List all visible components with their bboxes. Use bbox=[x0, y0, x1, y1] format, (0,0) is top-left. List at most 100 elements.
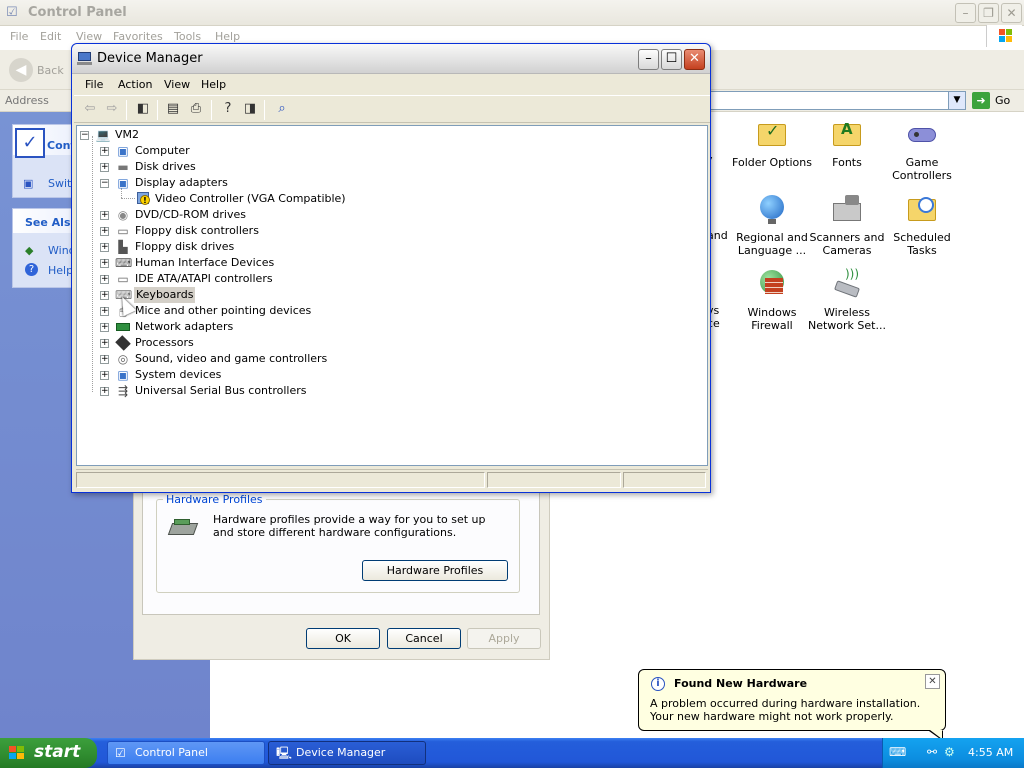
tree-item-mice[interactable]: Mice and other pointing devices bbox=[135, 303, 311, 319]
help-icon[interactable]: ? bbox=[219, 101, 237, 117]
tree-item-hid[interactable]: Human Interface Devices bbox=[135, 255, 274, 271]
found-new-hardware-balloon[interactable]: i Found New Hardware ✕ A problem occurre… bbox=[638, 669, 946, 741]
menu-help[interactable]: Help bbox=[201, 78, 226, 91]
expand-toggle[interactable]: + bbox=[100, 371, 109, 380]
back-button-label[interactable]: Back bbox=[37, 64, 64, 77]
windows-firewall-item[interactable]: Windows Firewall bbox=[732, 268, 812, 332]
menu-edit[interactable]: Edit bbox=[40, 30, 61, 43]
menu-file[interactable]: File bbox=[85, 78, 103, 91]
collapse-toggle[interactable]: − bbox=[100, 179, 109, 188]
tree-item-usb[interactable]: Universal Serial Bus controllers bbox=[135, 383, 306, 399]
taskbar-control-panel[interactable]: ☑ Control Panel bbox=[107, 741, 265, 765]
clock[interactable]: 4:55 AM bbox=[968, 746, 1013, 759]
expand-toggle[interactable]: + bbox=[100, 259, 109, 268]
hardware-profiles-description: Hardware profiles provide a way for you … bbox=[213, 513, 486, 539]
ok-button[interactable]: OK bbox=[306, 628, 380, 649]
tree-item-floppy-controllers[interactable]: Floppy disk controllers bbox=[135, 223, 259, 239]
control-panel-titlebar[interactable]: ☑ Control Panel – ❐ ✕ bbox=[0, 0, 1024, 26]
tree-item-computer[interactable]: Computer bbox=[135, 143, 190, 159]
menu-tools[interactable]: Tools bbox=[174, 30, 201, 43]
menu-file[interactable]: File bbox=[10, 30, 28, 43]
device-manager-titlebar[interactable]: Device Manager – ☐ ✕ bbox=[72, 44, 710, 74]
tree-item-processors[interactable]: Processors bbox=[135, 335, 194, 351]
root-collapse-toggle[interactable]: − bbox=[80, 131, 89, 140]
tree-item-sound[interactable]: Sound, video and game controllers bbox=[135, 351, 327, 367]
game-controllers-item[interactable]: Game Controllers bbox=[882, 118, 962, 182]
scheduled-tasks-item[interactable]: Scheduled Tasks bbox=[882, 193, 962, 257]
tree-item-video-controller[interactable]: Video Controller (VGA Compatible) bbox=[155, 191, 346, 207]
regional-language-item[interactable]: Regional and Language ... bbox=[732, 193, 812, 257]
tree-root-label[interactable]: VM2 bbox=[115, 127, 139, 143]
forward-arrow-icon[interactable]: ⇨ bbox=[103, 101, 121, 117]
maximize-button[interactable]: ❐ bbox=[978, 3, 999, 23]
cancel-button[interactable]: Cancel bbox=[387, 628, 461, 649]
close-button[interactable]: ✕ bbox=[1001, 3, 1022, 23]
expand-toggle[interactable]: + bbox=[100, 275, 109, 284]
start-label: start bbox=[34, 742, 81, 762]
control-panel-icon: ☑ bbox=[6, 5, 18, 20]
system-tray: ⌨ ⚯ ⚙ 4:55 AM bbox=[882, 738, 1024, 768]
wireless-network-item[interactable]: ))) Wireless Network Set... bbox=[807, 268, 887, 333]
floppy-controller-icon: ▭ bbox=[117, 224, 129, 238]
network-tray-icon[interactable]: ⚯ bbox=[927, 745, 937, 759]
go-arrow-icon[interactable]: ➜ bbox=[972, 92, 990, 109]
hardware-profiles-button[interactable]: Hardware Profiles bbox=[362, 560, 508, 581]
address-dropdown-arrow-icon[interactable]: ▼ bbox=[948, 92, 965, 109]
tree-item-floppy-drives[interactable]: Floppy disk drives bbox=[135, 239, 234, 255]
address-input[interactable]: ▼ bbox=[710, 91, 966, 110]
scanners-cameras-item[interactable]: Scanners and Cameras bbox=[807, 193, 887, 257]
start-button[interactable]: start bbox=[0, 738, 97, 768]
hardware-profiles-icon bbox=[167, 515, 200, 541]
menu-help[interactable]: Help bbox=[215, 30, 240, 43]
warning-device-icon: ! bbox=[135, 191, 151, 207]
taskbar-device-manager[interactable]: 🖳 Device Manager bbox=[268, 741, 426, 765]
balloon-close-button[interactable]: ✕ bbox=[925, 674, 940, 689]
keyboard-tray-icon[interactable]: ⌨ bbox=[889, 745, 906, 759]
show-hide-console-tree-icon[interactable]: ◧ bbox=[134, 101, 152, 117]
expand-toggle[interactable]: + bbox=[100, 243, 109, 252]
expand-toggle[interactable]: + bbox=[100, 387, 109, 396]
menu-favorites[interactable]: Favorites bbox=[113, 30, 163, 43]
menu-view[interactable]: View bbox=[76, 30, 102, 43]
help-icon: ? bbox=[25, 263, 38, 276]
menu-action[interactable]: Action bbox=[118, 78, 152, 91]
tree-item-disk-drives[interactable]: Disk drives bbox=[135, 159, 196, 175]
show-hide-action-pane-icon[interactable]: ◨ bbox=[241, 101, 259, 117]
device-tree[interactable]: − 💻 VM2 + ▣ Computer + ▬ Disk drives − ▣… bbox=[76, 125, 708, 466]
processor-icon bbox=[115, 335, 131, 351]
tree-item-display-adapters[interactable]: Display adapters bbox=[135, 175, 228, 191]
expand-toggle[interactable]: + bbox=[100, 291, 109, 300]
tree-item-ide[interactable]: IDE ATA/ATAPI controllers bbox=[135, 271, 273, 287]
system-properties-dialog: Hardware Profiles Hardware profiles prov… bbox=[133, 486, 550, 660]
fonts-item[interactable]: A Fonts bbox=[807, 118, 887, 170]
tree-item-keyboards[interactable]: Keyboards bbox=[134, 287, 196, 303]
expand-toggle[interactable]: + bbox=[100, 163, 109, 172]
hardware-tray-icon[interactable]: ⚙ bbox=[944, 745, 955, 759]
tree-item-system-devices[interactable]: System devices bbox=[135, 367, 221, 383]
minimize-button[interactable]: – bbox=[638, 49, 659, 70]
info-icon: i bbox=[651, 677, 665, 691]
tree-item-dvd-cdrom[interactable]: DVD/CD-ROM drives bbox=[135, 207, 246, 223]
go-label[interactable]: Go bbox=[995, 94, 1010, 107]
menu-view[interactable]: View bbox=[164, 78, 190, 91]
tree-item-network-adapters[interactable]: Network adapters bbox=[135, 319, 233, 335]
expand-toggle[interactable]: + bbox=[100, 355, 109, 364]
device-manager-statusbar bbox=[76, 469, 708, 489]
back-arrow-icon[interactable]: ◀ bbox=[9, 58, 33, 82]
folder-options-item[interactable]: ✓ Folder Options bbox=[732, 118, 812, 170]
apply-button[interactable]: Apply bbox=[467, 628, 541, 649]
expand-toggle[interactable]: + bbox=[100, 323, 109, 332]
maximize-button[interactable]: ☐ bbox=[661, 49, 682, 70]
properties-icon[interactable]: ▤ bbox=[164, 101, 182, 117]
close-button[interactable]: ✕ bbox=[684, 49, 705, 70]
expand-toggle[interactable]: + bbox=[100, 211, 109, 220]
print-icon[interactable]: ⎙ bbox=[187, 101, 205, 117]
expand-toggle[interactable]: + bbox=[100, 147, 109, 156]
see-also-item-help[interactable]: Help bbox=[48, 264, 73, 277]
scan-hardware-changes-icon[interactable]: ⌕ bbox=[273, 101, 291, 117]
expand-toggle[interactable]: + bbox=[100, 339, 109, 348]
expand-toggle[interactable]: + bbox=[100, 307, 109, 316]
expand-toggle[interactable]: + bbox=[100, 227, 109, 236]
back-arrow-icon[interactable]: ⇦ bbox=[81, 101, 99, 117]
minimize-button[interactable]: – bbox=[955, 3, 976, 23]
